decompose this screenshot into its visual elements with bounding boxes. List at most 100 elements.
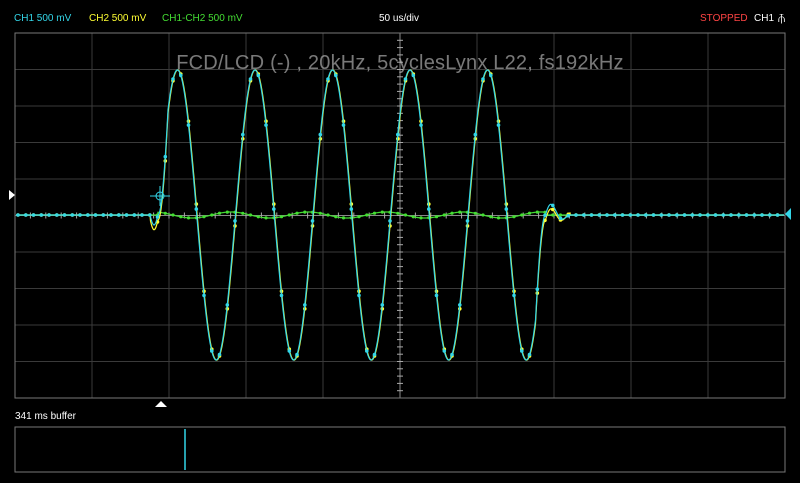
sample-point (582, 213, 586, 217)
sample-point (132, 213, 137, 217)
sample-point (295, 211, 299, 215)
sample-point (489, 215, 493, 219)
sample-point (279, 293, 284, 298)
sample-point (589, 213, 594, 217)
sample-point (334, 215, 338, 219)
sample-point (380, 303, 385, 307)
buffer-overview[interactable] (14, 426, 786, 473)
sample-point (318, 211, 322, 215)
sample-point (403, 213, 408, 217)
sample-point (543, 213, 547, 218)
sample-point (210, 213, 214, 217)
sample-point (55, 213, 59, 217)
sample-point (202, 215, 206, 219)
sample-point (551, 203, 555, 208)
sample-point (186, 123, 191, 127)
sample-point (349, 207, 354, 211)
sample-point (520, 349, 524, 353)
sample-point (264, 216, 268, 220)
sample-point (86, 213, 90, 217)
sample-point (737, 213, 741, 217)
ch1-offset-marker-icon[interactable] (785, 208, 791, 220)
sample-point (163, 154, 168, 159)
sample-point (241, 211, 245, 215)
sample-point (411, 215, 415, 219)
sample-point (155, 215, 160, 219)
sample-point (210, 349, 214, 353)
sample-point (78, 213, 82, 217)
sample-point (682, 213, 687, 217)
sample-point (775, 213, 780, 217)
sample-point (287, 213, 291, 217)
sample-point (372, 352, 377, 357)
sample-point (574, 213, 578, 217)
sample-point (558, 216, 563, 221)
sample-point (217, 352, 222, 357)
sample-point (24, 213, 28, 217)
sample-point (729, 213, 733, 217)
sample-point (233, 219, 237, 223)
sample-point (535, 210, 539, 214)
sample-point (675, 213, 679, 217)
sample-point (566, 213, 571, 218)
sample-point (225, 303, 230, 307)
sample-point (613, 213, 617, 217)
sample-point (124, 213, 129, 217)
sample-point (651, 213, 656, 217)
sample-point (496, 123, 501, 127)
sample-point (148, 213, 152, 217)
sample-point (279, 215, 284, 219)
buffer-label: 341 ms buffer (15, 411, 76, 422)
sample-point (527, 211, 532, 215)
sample-point (248, 213, 253, 217)
sample-point (39, 213, 44, 217)
sample-point (450, 352, 454, 357)
sample-point (636, 213, 640, 217)
sample-point (396, 211, 400, 215)
sample-point (419, 216, 423, 220)
sample-point (264, 123, 268, 127)
sample-point (388, 219, 392, 223)
sample-point (403, 77, 408, 81)
sample-point (365, 349, 369, 353)
sample-point (326, 77, 330, 81)
sample-point (520, 213, 524, 217)
sample-point (481, 213, 485, 217)
sample-point (186, 216, 191, 220)
sample-point (318, 132, 323, 137)
sample-point (450, 211, 454, 215)
trigger-position-marker-icon[interactable] (155, 401, 167, 407)
trigger-level-marker-icon[interactable] (9, 190, 15, 200)
sample-point (434, 293, 439, 298)
sample-point (504, 207, 509, 211)
sample-point (287, 349, 292, 353)
cursor-crosshair-icon[interactable] (150, 186, 170, 206)
sample-point (768, 213, 772, 217)
sample-point (272, 207, 276, 211)
sample-point (310, 219, 315, 223)
sample-point (365, 213, 369, 217)
sample-point (241, 132, 245, 137)
sample-point (481, 77, 485, 81)
sample-point (70, 213, 75, 217)
sample-point (303, 210, 307, 214)
sample-point (47, 213, 51, 217)
sample-point (396, 132, 400, 137)
sample-point (551, 213, 555, 217)
sample-point (109, 213, 113, 217)
sample-point (163, 211, 167, 215)
sample-point (194, 207, 199, 211)
sample-point (698, 213, 702, 217)
sample-point (256, 215, 260, 219)
sample-point (473, 132, 478, 137)
sample-point (202, 293, 206, 298)
sample-point (140, 213, 144, 217)
sample-point (620, 213, 625, 217)
sample-point (597, 213, 602, 217)
sample-point (512, 215, 516, 219)
sample-point (31, 213, 36, 217)
sample-point (667, 213, 671, 217)
sample-point (357, 215, 361, 219)
sample-point (721, 213, 726, 217)
sample-point (171, 213, 175, 217)
